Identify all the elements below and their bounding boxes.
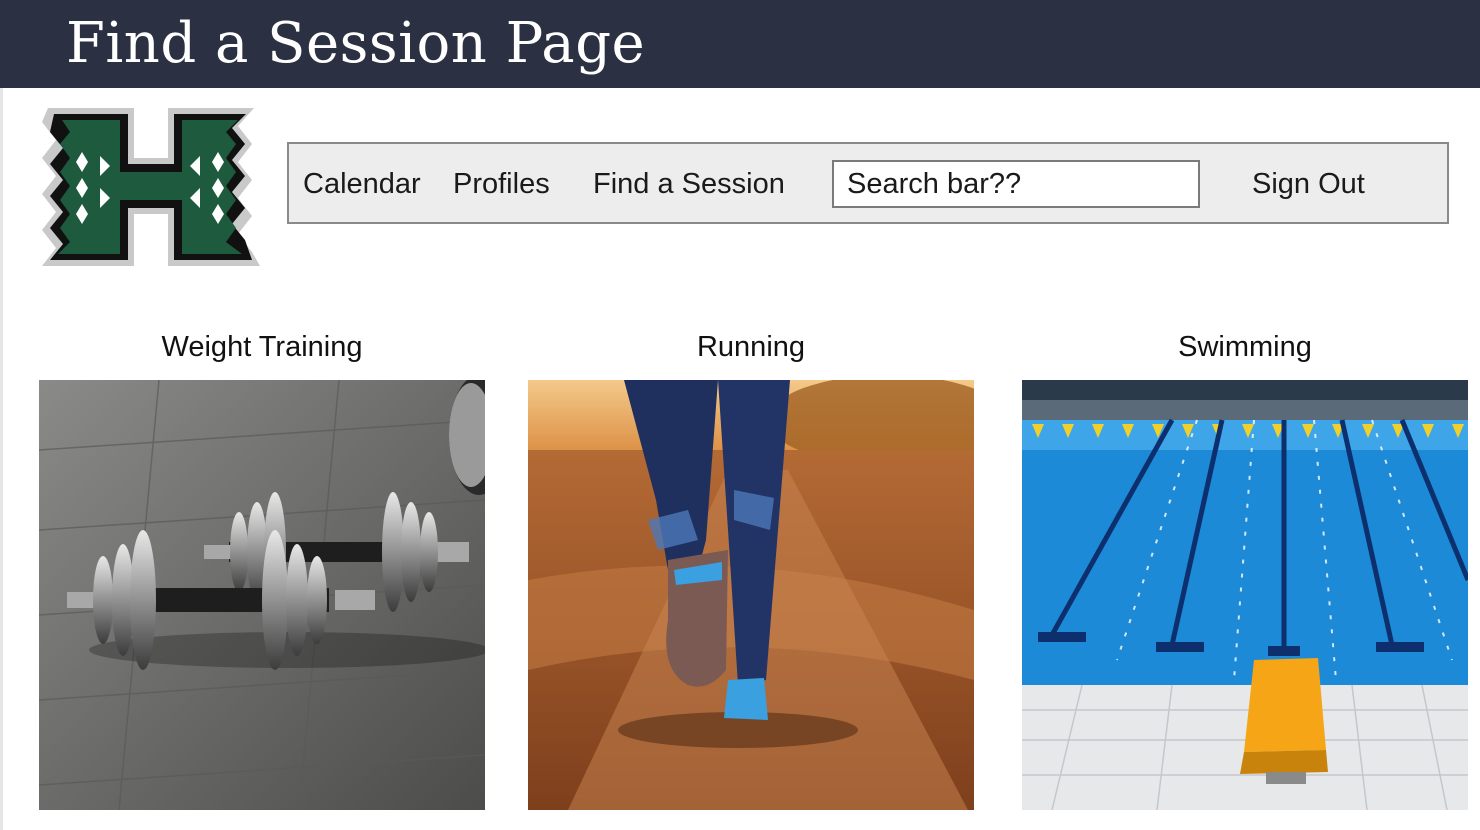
session-label-swimming: Swimming: [1178, 331, 1312, 363]
nav-profiles-link[interactable]: Profiles: [453, 144, 550, 224]
session-label-running: Running: [696, 331, 806, 363]
sign-out-link[interactable]: Sign Out: [1252, 144, 1365, 224]
swimming-pool-icon: [1022, 380, 1468, 810]
left-divider: [0, 88, 3, 830]
nav-bar: Calendar Profiles Find a Session Sign Ou…: [287, 142, 1449, 224]
search-input[interactable]: [847, 162, 1187, 206]
search-bar: [832, 160, 1200, 208]
slide-title-bar: Find a Session Page: [0, 0, 1480, 88]
session-label-weight-training: Weight Training: [161, 331, 363, 363]
running-icon: [528, 380, 974, 810]
session-card-weight-training[interactable]: Weight Training: [39, 322, 485, 810]
nav-find-session-link[interactable]: Find a Session: [593, 144, 785, 224]
dumbbell-icon: [39, 380, 485, 810]
nav-calendar-link[interactable]: Calendar: [303, 144, 421, 224]
slide-title: Find a Session Page: [66, 11, 646, 76]
session-card-swimming[interactable]: Swimming: [1022, 322, 1468, 810]
session-card-running[interactable]: Running: [528, 322, 974, 810]
logo[interactable]: [38, 96, 264, 272]
